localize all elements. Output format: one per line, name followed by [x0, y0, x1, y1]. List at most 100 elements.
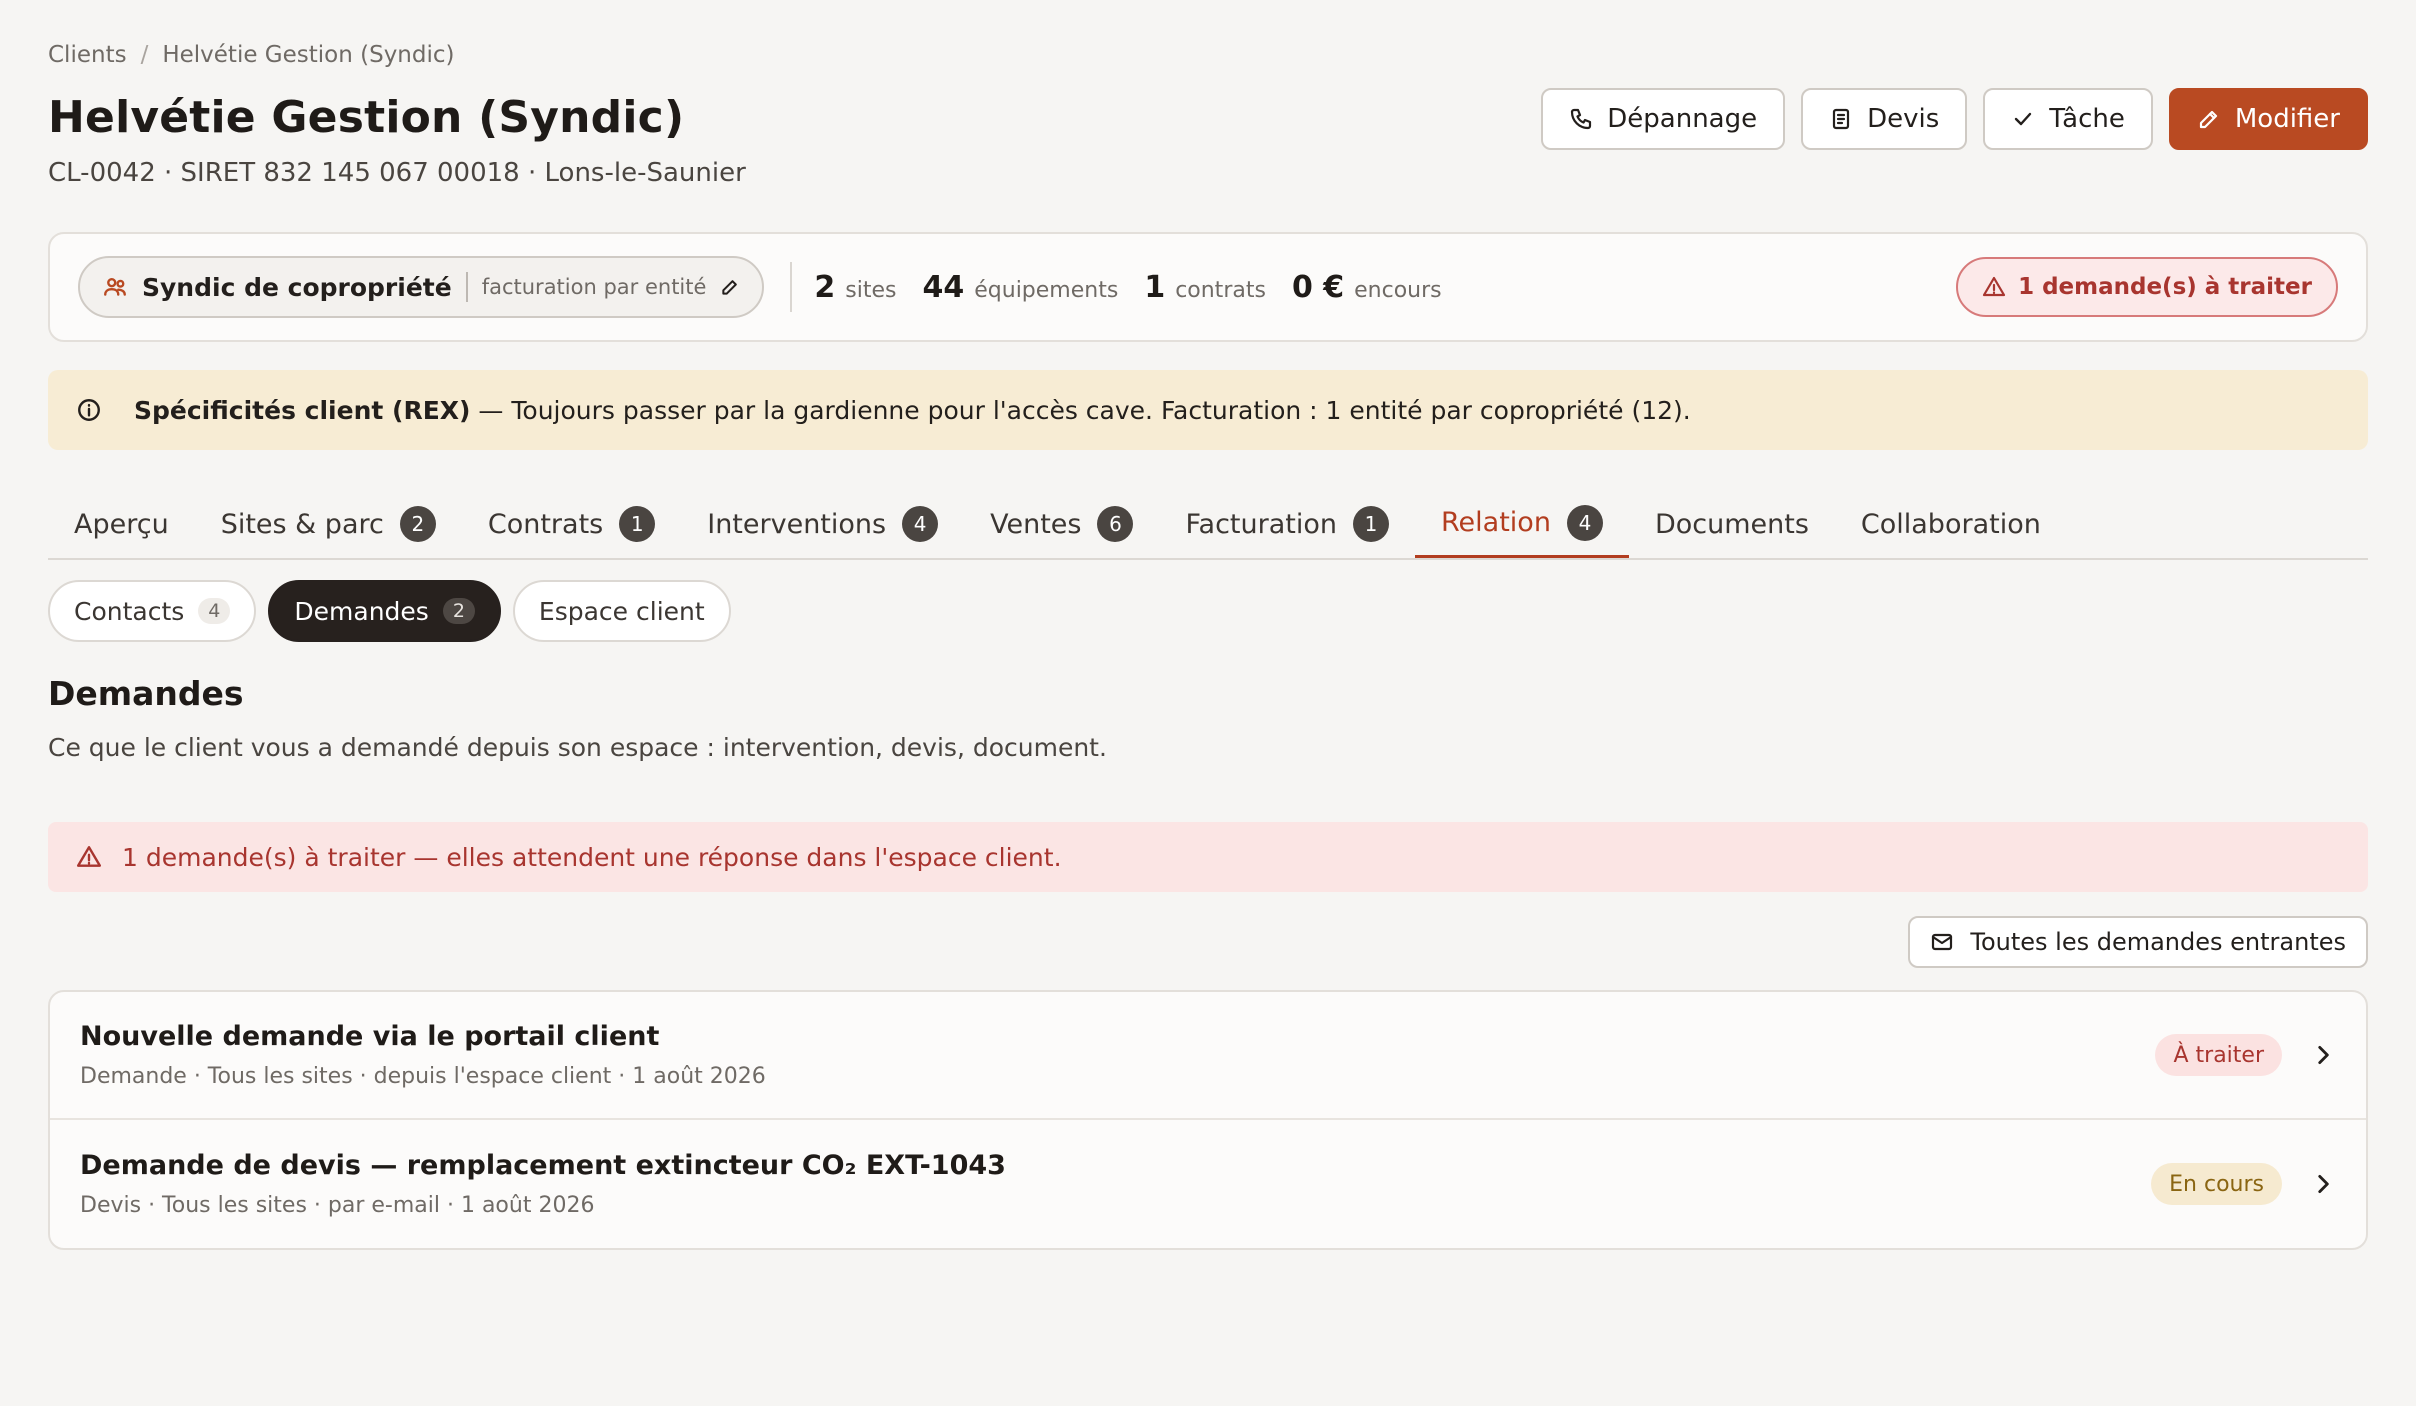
stat-label: équipements [974, 277, 1119, 303]
tab-apercu[interactable]: Aperçu [48, 490, 195, 558]
tab-count-badge: 1 [619, 506, 656, 542]
summary-divider [790, 262, 793, 312]
tab-count-badge: 4 [1566, 504, 1603, 541]
stat-label: sites [845, 277, 897, 303]
status-badge: En cours [2151, 1163, 2282, 1205]
devis-label: Devis [1867, 104, 1940, 134]
subtab-count: 2 [442, 598, 475, 624]
all-requests-label: Toutes les demandes entrantes [1970, 928, 2346, 956]
tab-label: Ventes [990, 508, 1082, 540]
subtab-label: Demandes [294, 596, 429, 626]
page-title: Helvétie Gestion (Syndic) [48, 92, 685, 143]
request-title: Demande de devis — remplacement extincte… [80, 1150, 1006, 1181]
tab-contrats[interactable]: Contrats 1 [462, 490, 681, 558]
stat-value: 1 [1144, 269, 1166, 305]
subtab-contacts[interactable]: Contacts 4 [48, 580, 257, 642]
chevron-right-icon [2318, 1046, 2329, 1064]
tab-label: Relation [1441, 507, 1551, 538]
tab-count-badge: 4 [902, 506, 939, 542]
mail-icon [1932, 933, 1953, 951]
tab-label: Sites & parc [220, 508, 384, 540]
tab-count-badge: 1 [1353, 506, 1389, 542]
tab-label: Aperçu [74, 508, 169, 540]
request-text: Nouvelle demande via le portail client D… [80, 1021, 2155, 1089]
subtab-count: 4 [198, 598, 231, 624]
breadcrumb-link-clients[interactable]: Clients [48, 42, 127, 68]
tab-count-badge: 6 [1097, 506, 1134, 542]
client-identifiers: CL-0042 · SIRET 832 145 067 00018 · Lons… [48, 158, 746, 188]
check-icon [2015, 112, 2032, 126]
stat-value: 0 € [1291, 269, 1345, 305]
stat-label: contrats [1175, 277, 1266, 303]
subtab-espace-client[interactable]: Espace client [512, 580, 731, 642]
pending-warning-banner: 1 demande(s) à traiter — elles attendent… [48, 822, 2368, 892]
request-meta: Devis · Tous les sites · par e-mail · 1 … [80, 1193, 595, 1218]
list-item[interactable]: Demande de devis — remplacement extincte… [50, 1120, 2366, 1248]
breadcrumb: Clients / Helvétie Gestion (Syndic) [48, 42, 455, 68]
depannage-label: Dépannage [1607, 104, 1758, 134]
phone-icon [1571, 108, 1592, 130]
stat-equipements: 44 équipements [923, 270, 1119, 305]
stat-value: 2 [814, 269, 836, 305]
relation-subtabs: Contacts 4 Demandes 2 Espace client [48, 580, 731, 642]
stat-sites: 2 sites [814, 270, 896, 305]
tab-label: Documents [1654, 508, 1809, 540]
devis-button[interactable]: Devis [1801, 88, 1968, 150]
users-icon [104, 278, 126, 296]
stat-label: encours [1354, 277, 1442, 303]
rex-text: Spécificités client (REX) — Toujours pas… [134, 396, 1691, 425]
warning-icon [1982, 276, 2006, 297]
tache-label: Tâche [2049, 104, 2125, 134]
section-title: Demandes [48, 674, 244, 713]
breadcrumb-separator: / [140, 42, 149, 68]
tab-label: Facturation [1185, 508, 1337, 540]
stat-contrats: 1 contrats [1144, 270, 1266, 305]
tab-interventions[interactable]: Interventions 4 [681, 490, 964, 558]
request-meta: Demande · Tous les sites · depuis l'espa… [80, 1064, 766, 1089]
chevron-right-icon [2318, 1175, 2329, 1193]
warning-text: 1 demande(s) à traiter — elles attendent… [122, 842, 1062, 872]
client-summary-card: Syndic de copropriété facturation par en… [48, 232, 2368, 342]
billing-mode: facturation par entité [481, 275, 707, 299]
client-type-label: Syndic de copropriété [142, 272, 452, 302]
rex-label: Spécificités client (REX) [134, 395, 471, 425]
tab-label: Collaboration [1860, 508, 2041, 540]
document-icon [1833, 108, 1850, 130]
tab-label: Contrats [487, 508, 604, 540]
modifier-button[interactable]: Modifier [2168, 88, 2368, 150]
warning-icon [76, 846, 102, 867]
depannage-button[interactable]: Dépannage [1541, 88, 1786, 150]
pending-requests-alert[interactable]: 1 demande(s) à traiter [1956, 257, 2338, 317]
tab-ventes[interactable]: Ventes 6 [964, 490, 1159, 558]
rex-content: — Toujours passer par la gardienne pour … [470, 395, 1691, 425]
tab-label: Interventions [707, 508, 887, 540]
tab-relation[interactable]: Relation 4 [1415, 490, 1629, 558]
subtab-demandes[interactable]: Demandes 2 [268, 580, 501, 642]
info-icon [78, 399, 100, 421]
requests-list: Nouvelle demande via le portail client D… [48, 990, 2368, 1250]
tab-documents[interactable]: Documents [1629, 490, 1835, 558]
tache-button[interactable]: Tâche [1983, 88, 2153, 150]
tab-count-badge: 2 [399, 506, 436, 542]
request-title: Nouvelle demande via le portail client [80, 1021, 660, 1052]
section-description: Ce que le client vous a demandé depuis s… [48, 733, 1107, 762]
all-requests-button[interactable]: Toutes les demandes entrantes [1908, 916, 2368, 968]
main-tabs: Aperçu Sites & parc 2 Contrats 1 Interve… [48, 490, 2368, 560]
subtab-label: Espace client [538, 596, 705, 626]
client-type-pill[interactable]: Syndic de copropriété facturation par en… [78, 256, 765, 318]
tab-facturation[interactable]: Facturation 1 [1159, 490, 1415, 558]
tab-sites-parc[interactable]: Sites & parc 2 [195, 490, 462, 558]
pencil-icon[interactable] [720, 277, 740, 297]
status-badge: À traiter [2155, 1034, 2282, 1076]
breadcrumb-current: Helvétie Gestion (Syndic) [162, 42, 455, 68]
list-item[interactable]: Nouvelle demande via le portail client D… [50, 992, 2366, 1120]
pill-divider [465, 272, 468, 302]
stat-encours: 0 € encours [1292, 270, 1442, 305]
header-actions: Dépannage Devis Tâche Modifier [1541, 88, 2368, 150]
modifier-label: Modifier [2234, 104, 2340, 134]
tab-collaboration[interactable]: Collaboration [1835, 490, 2067, 558]
rex-banner: Spécificités client (REX) — Toujours pas… [48, 370, 2368, 450]
subtab-label: Contacts [74, 596, 185, 626]
pencil-icon [2199, 110, 2217, 129]
stat-value: 44 [922, 269, 965, 305]
